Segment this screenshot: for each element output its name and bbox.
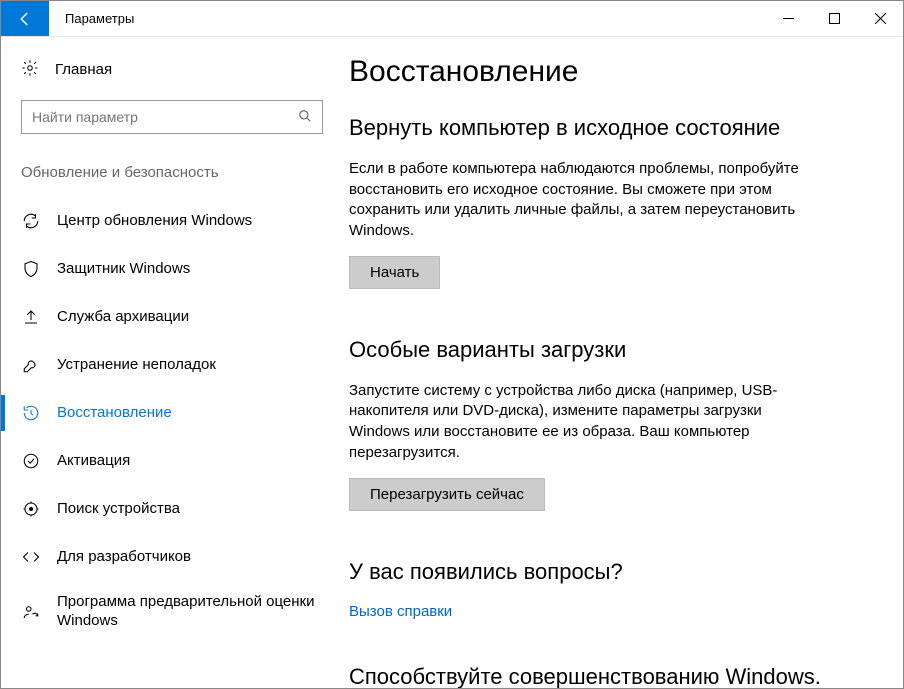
sidebar-item-label: Служба архивации (57, 308, 189, 327)
section-questions-heading: У вас появились вопросы? (349, 559, 883, 585)
history-icon (21, 403, 41, 423)
restart-now-button[interactable]: Перезагрузить сейчас (349, 478, 545, 511)
page-title: Восстановление (349, 55, 883, 89)
minimize-button[interactable] (765, 1, 811, 36)
sidebar-item-developers[interactable]: Для разработчиков (1, 533, 323, 581)
maximize-button[interactable] (811, 1, 857, 36)
search-icon (298, 109, 312, 126)
gear-icon (21, 59, 39, 80)
section-reset-text: Если в работе компьютера наблюдаются про… (349, 159, 799, 242)
section-advanced-heading: Особые варианты загрузки (349, 337, 883, 363)
search-input-container[interactable] (21, 100, 323, 134)
section-reset-heading: Вернуть компьютер в исходное состояние (349, 115, 883, 141)
sidebar-item-label: Центр обновления Windows (57, 212, 252, 231)
sidebar-item-label: Защитник Windows (57, 260, 190, 279)
sidebar-item-find-device[interactable]: Поиск устройства (1, 485, 323, 533)
sync-icon (21, 211, 41, 231)
check-circle-icon (21, 451, 41, 471)
sidebar-item-label: Восстановление (57, 404, 172, 423)
back-button[interactable] (1, 1, 49, 36)
search-input[interactable] (32, 109, 298, 125)
close-button[interactable] (857, 1, 903, 36)
sidebar-item-label: Программа предварительной оценки Windows (57, 593, 323, 631)
sidebar-item-backup[interactable]: Служба архивации (1, 293, 323, 341)
upload-icon (21, 307, 41, 327)
wrench-icon (21, 355, 41, 375)
sidebar-item-recovery[interactable]: Восстановление (1, 389, 323, 437)
sidebar-item-defender[interactable]: Защитник Windows (1, 245, 323, 293)
code-icon (21, 547, 41, 567)
home-button[interactable]: Главная (21, 59, 323, 80)
sidebar-item-label: Для разработчиков (57, 548, 191, 567)
section-feedback-heading: Способствуйте совершенствованию Windows. (349, 664, 883, 689)
sidebar-item-windows-update[interactable]: Центр обновления Windows (1, 197, 323, 245)
sidebar-item-activation[interactable]: Активация (1, 437, 323, 485)
sidebar-item-label: Поиск устройства (57, 500, 180, 519)
sidebar-item-insider[interactable]: Программа предварительной оценки Windows (1, 581, 323, 643)
group-label: Обновление и безопасность (21, 164, 323, 181)
section-advanced-text: Запустите систему с устройства либо диск… (349, 381, 799, 464)
location-icon (21, 499, 41, 519)
person-sync-icon (21, 602, 41, 622)
window-title: Параметры (49, 1, 765, 36)
shield-icon (21, 259, 41, 279)
reset-start-button[interactable]: Начать (349, 256, 440, 289)
help-link[interactable]: Вызов справки (349, 603, 452, 620)
sidebar-item-label: Устранение неполадок (57, 356, 216, 375)
home-label: Главная (55, 61, 112, 78)
sidebar-item-troubleshoot[interactable]: Устранение неполадок (1, 341, 323, 389)
sidebar-item-label: Активация (57, 452, 130, 471)
